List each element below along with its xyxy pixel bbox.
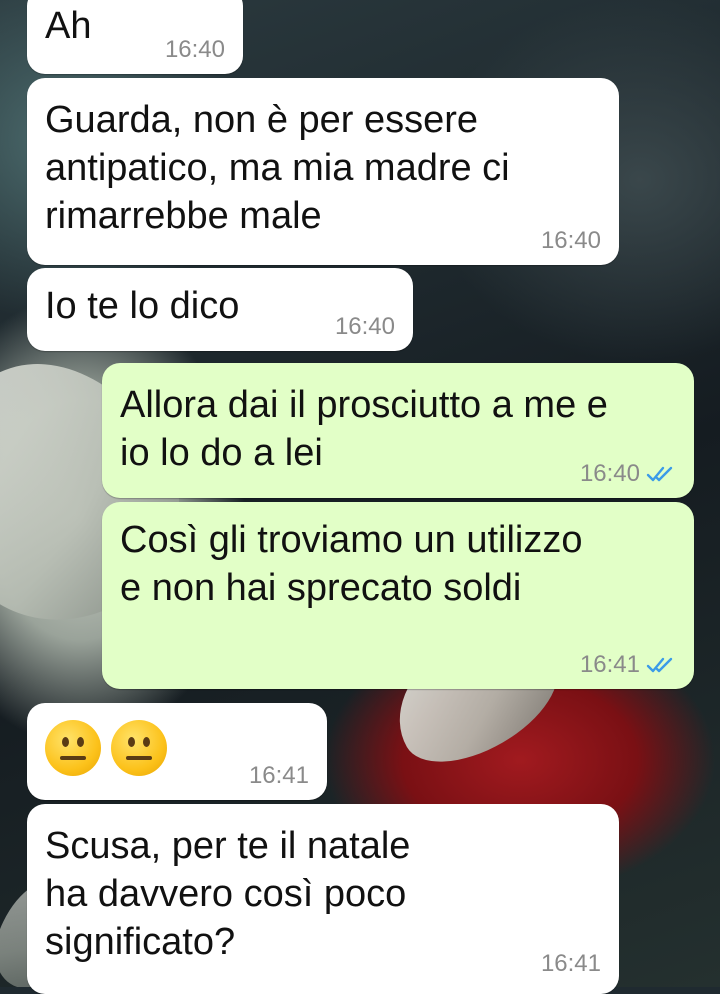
- message-time: 16:41: [579, 651, 640, 678]
- message-meta: 16:40: [580, 460, 676, 488]
- message-text: Così gli troviamo un utilizzo e non hai …: [120, 519, 583, 609]
- emoji-row: [45, 720, 177, 776]
- message-bubble-incoming[interactable]: 16:41: [27, 703, 327, 800]
- message-meta: 16:40: [335, 313, 395, 341]
- read-ticks-icon: [646, 464, 676, 484]
- message-time: 16:40: [579, 460, 640, 487]
- message-bubble-incoming[interactable]: Scusa, per te il natale ha davvero così …: [27, 804, 619, 994]
- neutral-face-emoji: [45, 720, 101, 776]
- message-bubble-outgoing[interactable]: Allora dai il prosciutto a me e io lo do…: [102, 363, 694, 498]
- read-ticks-icon: [646, 655, 676, 675]
- neutral-face-emoji: [111, 720, 167, 776]
- message-bubble-incoming[interactable]: Ah 16:40: [27, 0, 243, 74]
- message-time: 16:40: [164, 36, 225, 63]
- message-bubble-incoming[interactable]: Io te lo dico 16:40: [27, 268, 413, 351]
- message-meta: 16:40: [541, 227, 601, 255]
- message-meta: 16:41: [249, 762, 309, 790]
- message-text: Scusa, per te il natale ha davvero così …: [45, 825, 411, 963]
- message-text: Ah: [45, 5, 92, 47]
- message-time: 16:40: [540, 227, 601, 254]
- message-bubble-outgoing[interactable]: Così gli troviamo un utilizzo e non hai …: [102, 502, 694, 689]
- message-time: 16:40: [334, 313, 395, 340]
- message-meta: 16:41: [580, 651, 676, 679]
- message-meta: 16:40: [165, 36, 225, 64]
- message-time: 16:41: [540, 950, 601, 977]
- message-text: Guarda, non è per essere antipatico, ma …: [45, 99, 510, 237]
- message-bubble-incoming[interactable]: Guarda, non è per essere antipatico, ma …: [27, 78, 619, 265]
- message-time: 16:41: [248, 762, 309, 789]
- message-text: Allora dai il prosciutto a me e io lo do…: [120, 384, 608, 474]
- message-meta: 16:41: [541, 950, 601, 978]
- message-text: Io te lo dico: [45, 285, 240, 327]
